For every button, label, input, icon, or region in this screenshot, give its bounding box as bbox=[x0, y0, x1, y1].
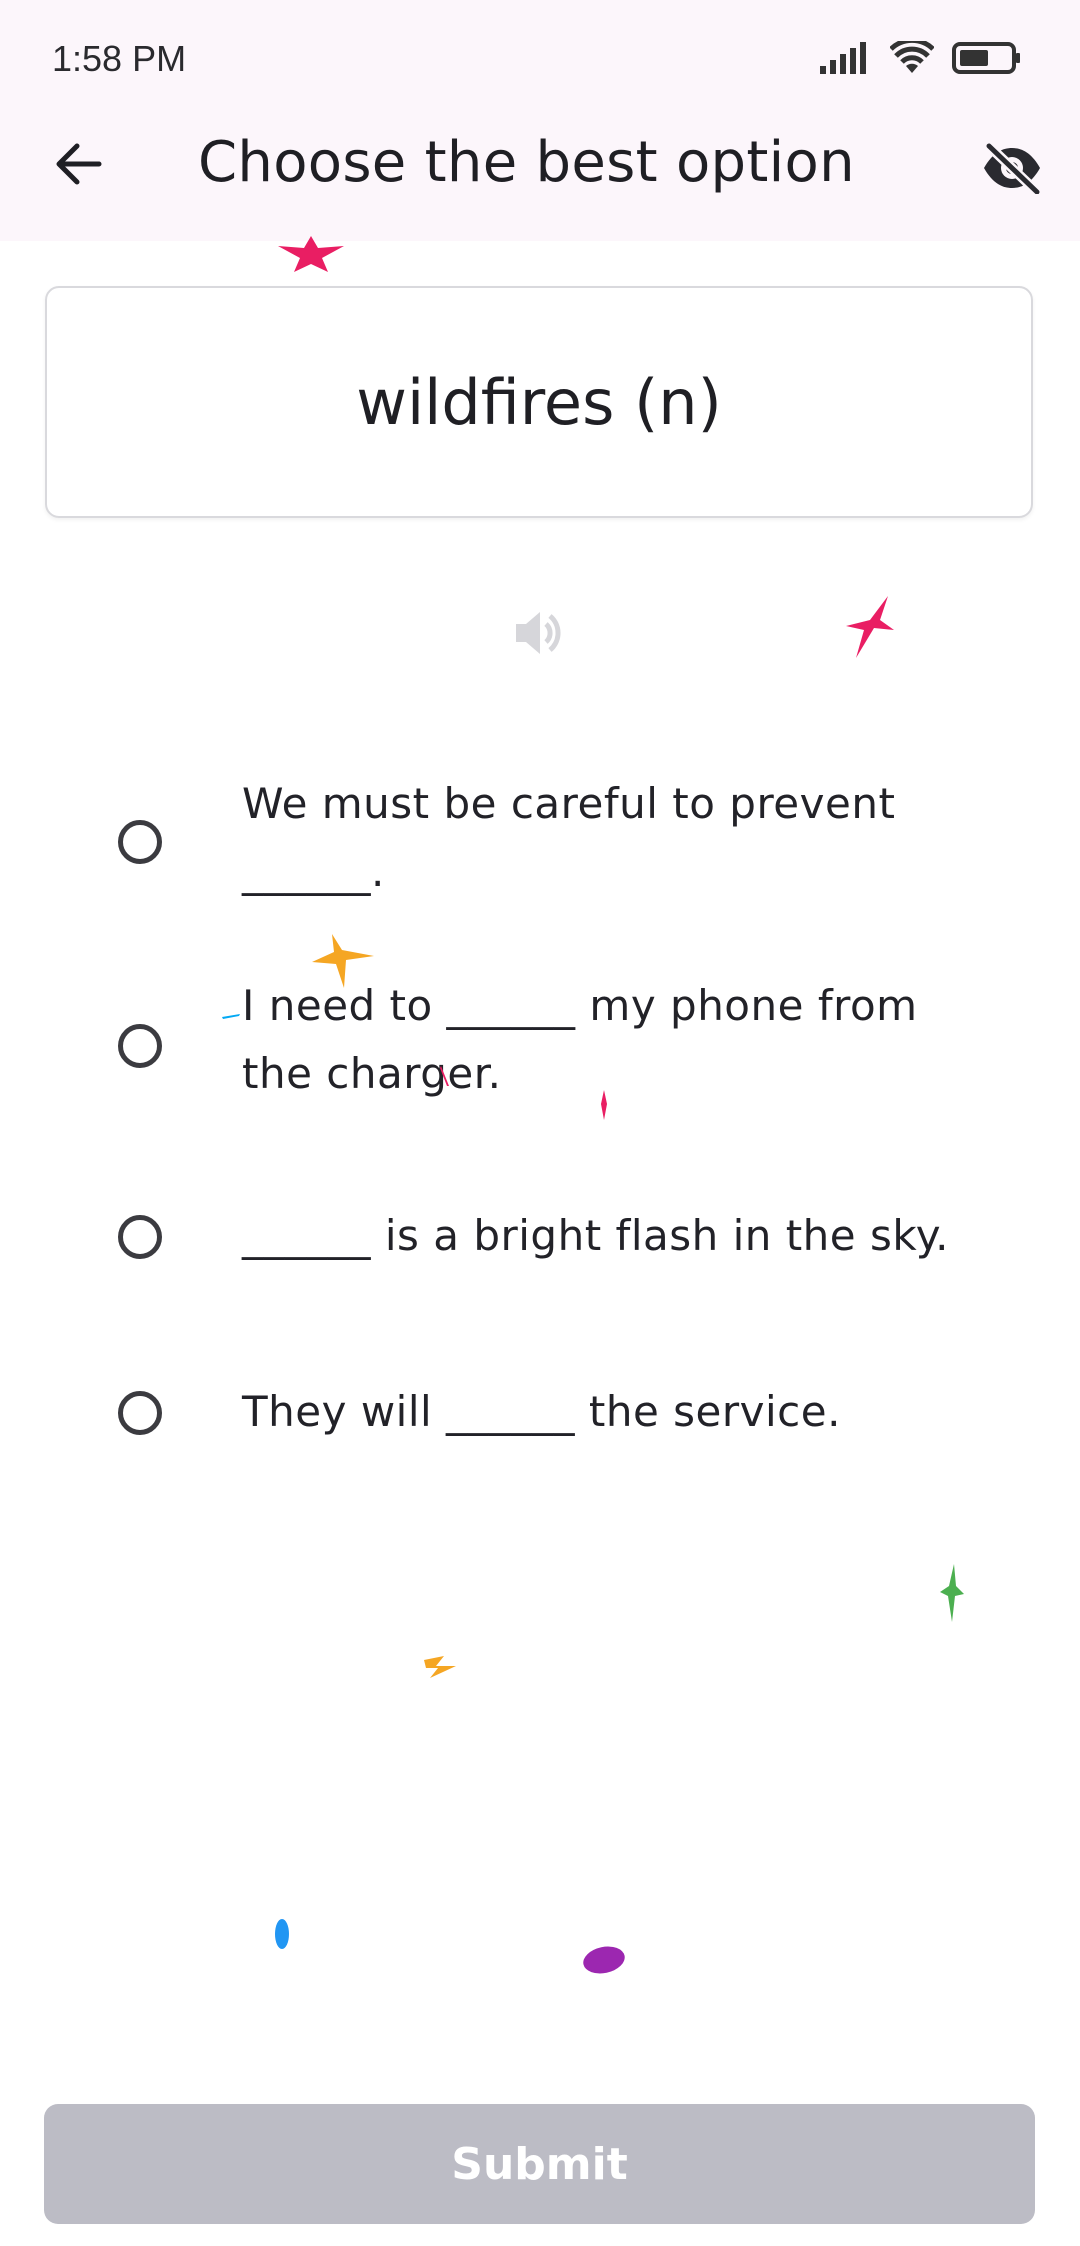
play-audio-button[interactable] bbox=[510, 604, 568, 662]
eye-off-icon bbox=[984, 142, 1041, 194]
option-text: We must be careful to prevent ______. bbox=[242, 779, 896, 896]
option-text: I need to ______ my phone from the charg… bbox=[242, 981, 918, 1098]
confetti-star-icon bbox=[278, 236, 344, 272]
confetti-piece-icon bbox=[424, 1656, 456, 1678]
speaker-icon bbox=[516, 612, 561, 654]
status-time: 1:58 PM bbox=[52, 38, 187, 79]
confetti-star-icon bbox=[846, 596, 894, 658]
battery-icon bbox=[952, 42, 1020, 74]
page-title: Choose the best option bbox=[198, 130, 855, 195]
radio-button[interactable] bbox=[118, 1391, 162, 1435]
confetti-piece-icon bbox=[601, 1090, 607, 1120]
arrow-left-icon bbox=[56, 143, 102, 185]
confetti-piece-icon bbox=[275, 1919, 289, 1949]
option-text: ______ is a bright flash in the sky. bbox=[242, 1211, 949, 1260]
app-header: 1:58 PM Choose the best option bbox=[0, 0, 1080, 241]
confetti-piece-icon bbox=[222, 1014, 240, 1019]
radio-button[interactable] bbox=[118, 1024, 162, 1068]
radio-button[interactable] bbox=[118, 820, 162, 864]
option-1[interactable]: We must be careful to prevent ______. bbox=[110, 770, 990, 920]
status-icons bbox=[820, 38, 1022, 78]
submit-button[interactable]: Submit bbox=[44, 2104, 1035, 2224]
option-4[interactable]: They will ______ the service. bbox=[110, 1382, 990, 1462]
wifi-icon bbox=[890, 41, 934, 73]
option-3[interactable]: ______ is a bright flash in the sky. bbox=[110, 1206, 990, 1286]
signal-icon bbox=[820, 42, 866, 74]
confetti-piece-icon bbox=[583, 1946, 625, 1974]
radio-button[interactable] bbox=[118, 1215, 162, 1259]
vocabulary-word: wildfires (n) bbox=[356, 365, 722, 439]
confetti-star-icon bbox=[940, 1564, 964, 1622]
confetti-star-icon bbox=[312, 934, 374, 988]
option-2[interactable]: I need to ______ my phone from the charg… bbox=[110, 976, 990, 1116]
confetti-piece-icon bbox=[440, 1066, 449, 1086]
back-button[interactable] bbox=[44, 130, 112, 198]
toggle-visibility-button[interactable] bbox=[978, 134, 1046, 202]
submit-label: Submit bbox=[451, 2138, 628, 2190]
option-text: They will ______ the service. bbox=[242, 1387, 841, 1436]
word-card: wildfires (n) bbox=[45, 286, 1033, 518]
